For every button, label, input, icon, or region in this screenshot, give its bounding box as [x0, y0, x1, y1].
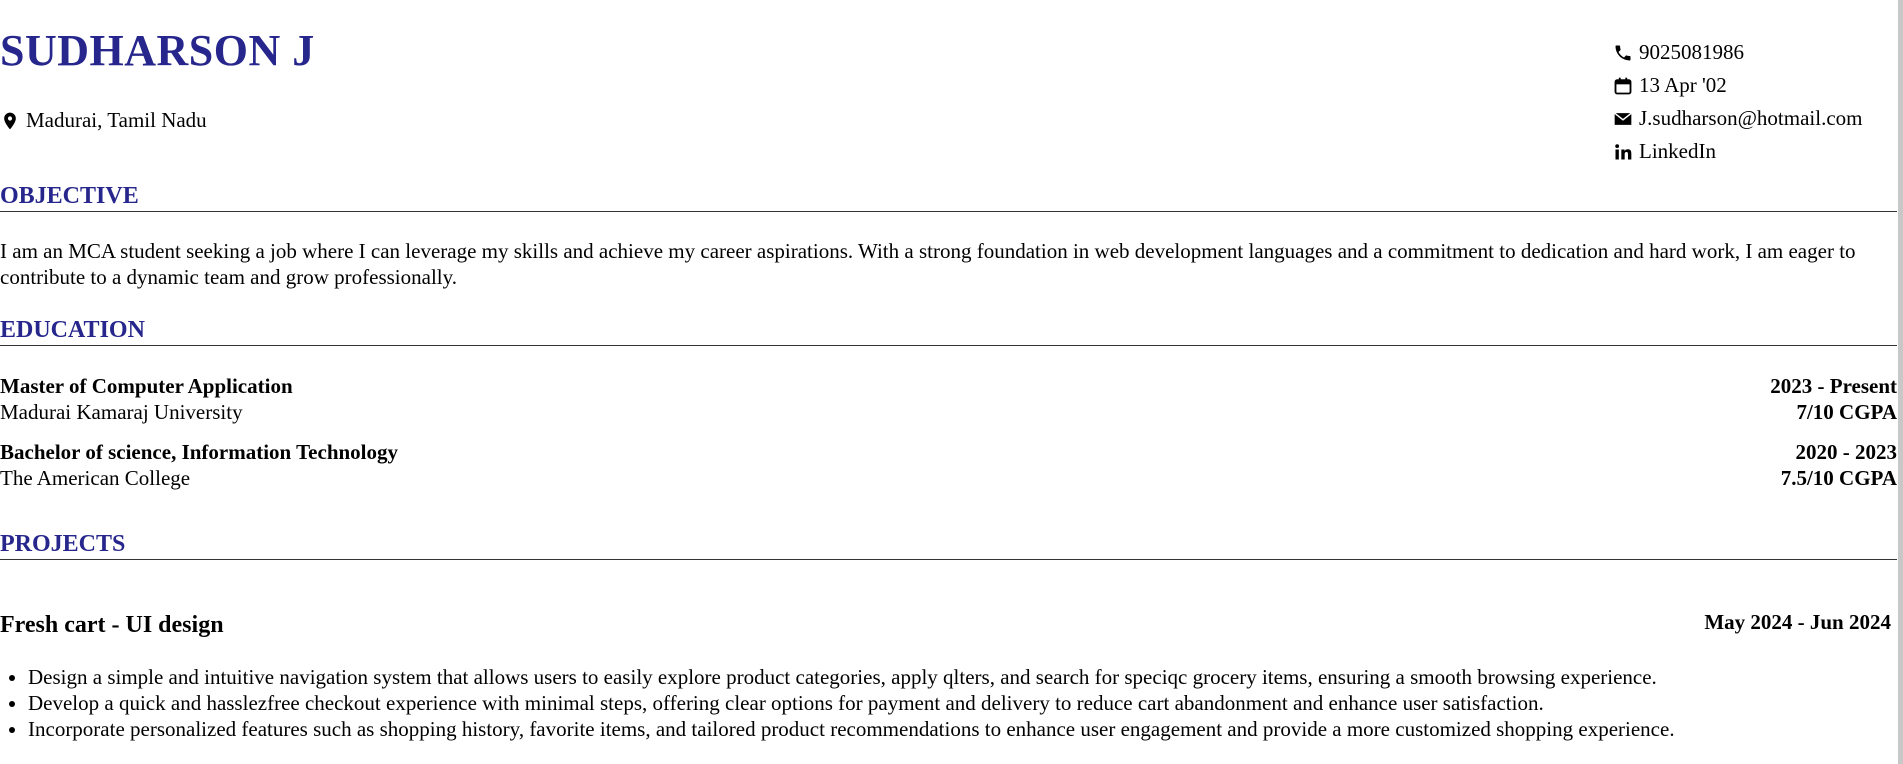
list-item: Design a simple and intuitive navigation…: [28, 664, 1888, 690]
objective-divider: [0, 211, 1897, 212]
vertical-scrollbar[interactable]: [1898, 0, 1903, 764]
list-item: Incorporate personalized features such a…: [28, 716, 1888, 742]
linkedin-icon: [1613, 142, 1633, 162]
contact-dob: 13 Apr '02: [1613, 69, 1862, 102]
education-years: 2023 - Present: [1770, 374, 1897, 398]
email-link[interactable]: J.sudharson@hotmail.com: [1639, 106, 1862, 131]
objective-text: I am an MCA student seeking a job where …: [0, 239, 1856, 289]
education-years: 2020 - 2023: [1795, 440, 1898, 464]
project-bullets: Design a simple and intuitive navigation…: [0, 664, 1888, 742]
contact-email[interactable]: J.sudharson@hotmail.com: [1613, 102, 1862, 135]
education-heading: EDUCATION: [0, 317, 145, 343]
dob-text: 13 Apr '02: [1639, 73, 1727, 97]
education-score: 7.5/10 CGPA: [1780, 466, 1897, 490]
project-dates: May 2024 - Jun 2024: [1704, 610, 1891, 634]
education-institution: The American College: [0, 466, 191, 490]
contact-block: 9025081986 13 Apr '02 J.sudharson@hotmai…: [1613, 36, 1862, 168]
candidate-name: SUDHARSON J: [0, 26, 315, 75]
calendar-icon: [1613, 76, 1633, 96]
phone-icon: [1613, 43, 1633, 63]
project-title: Fresh cart - UI design: [0, 612, 224, 638]
education-degree: Bachelor of science, Information Technol…: [0, 440, 399, 464]
map-pin-icon: [0, 111, 20, 131]
list-item: Develop a quick and hasslezfree checkout…: [28, 690, 1888, 716]
phone-text: 9025081986: [1639, 40, 1744, 64]
location: Madurai, Tamil Nadu: [0, 108, 207, 133]
education-institution: Madurai Kamaraj University: [0, 400, 243, 424]
education-degree: Master of Computer Application: [0, 374, 293, 398]
envelope-icon: [1613, 109, 1633, 129]
projects-heading: PROJECTS: [0, 531, 126, 557]
projects-divider: [0, 559, 1897, 560]
linkedin-link[interactable]: LinkedIn: [1639, 139, 1716, 164]
education-score: 7/10 CGPA: [1796, 400, 1897, 424]
contact-phone: 9025081986: [1613, 36, 1862, 69]
contact-linkedin[interactable]: LinkedIn: [1613, 135, 1862, 168]
scrollbar-thumb[interactable]: [1898, 0, 1903, 764]
location-text: Madurai, Tamil Nadu: [26, 108, 207, 132]
education-divider: [0, 345, 1897, 346]
objective-heading: OBJECTIVE: [0, 183, 139, 209]
